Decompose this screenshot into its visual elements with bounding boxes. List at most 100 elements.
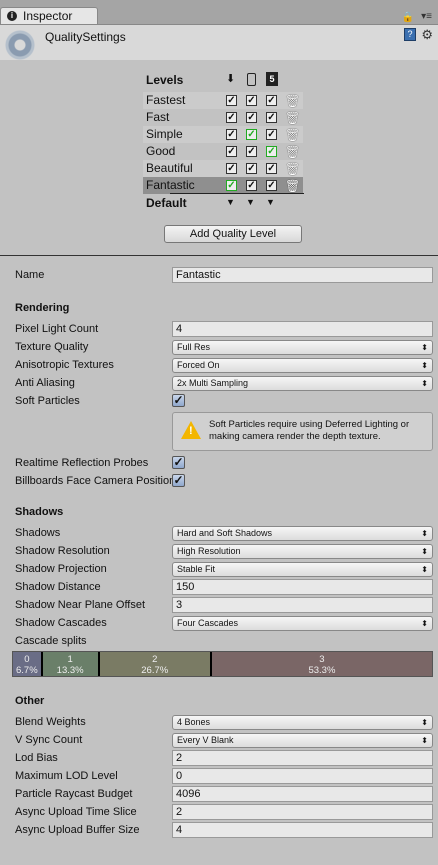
trash-icon[interactable]: 🗑: [285, 144, 300, 161]
level-name: Fast: [146, 110, 170, 124]
trash-icon[interactable]: 🗑: [285, 110, 300, 127]
menu-icon[interactable]: ▾≡: [421, 11, 432, 22]
gear-menu-icon[interactable]: ⚙: [421, 27, 433, 43]
cascade-index: 0: [24, 654, 30, 665]
platform-checkbox[interactable]: ✓: [266, 163, 277, 174]
shadow-resolution-label: Shadow Resolution: [15, 545, 110, 557]
realtime-reflection-probes-checkbox[interactable]: ✓: [172, 456, 185, 469]
name-input[interactable]: Fantastic: [172, 267, 433, 283]
shadow-distance-label: Shadow Distance: [15, 581, 101, 593]
lock-icon[interactable]: 🔒: [402, 12, 414, 23]
pixel-light-count-input[interactable]: 4: [172, 321, 433, 337]
maximum-lod-level-label: Maximum LOD Level: [15, 770, 118, 782]
async-upload-time-slice-input[interactable]: 2: [172, 804, 433, 820]
html5-icon: 5: [266, 72, 278, 86]
platform-checkbox[interactable]: ✓: [266, 112, 277, 123]
cascade-percent: 26.7%: [141, 665, 169, 676]
platform-checkbox[interactable]: ✓: [226, 112, 237, 123]
platform-checkbox[interactable]: ✓: [226, 180, 237, 191]
chevron-updown-icon: ⬍: [421, 529, 428, 538]
pixel-light-count-label: Pixel Light Count: [15, 323, 99, 335]
name-label: Name: [15, 269, 45, 281]
shadow-near-plane-offset-input[interactable]: 3: [172, 597, 433, 613]
soft-particles-label: Soft Particles: [15, 395, 80, 407]
info-icon: i: [7, 11, 17, 21]
particle-raycast-budget-input[interactable]: 4096: [172, 786, 433, 802]
chevron-updown-icon: ⬍: [421, 565, 428, 574]
v-sync-count-dropdown[interactable]: Every V Blank ⬍: [172, 733, 433, 748]
texture-quality-value: Full Res: [177, 342, 211, 352]
shadow-cascades-label: Shadow Cascades: [15, 617, 107, 629]
chevron-updown-icon: ⬍: [421, 736, 428, 745]
help-book-icon[interactable]: ?: [404, 28, 416, 41]
anti-aliasing-dropdown[interactable]: 2x Multi Sampling ⬍: [172, 376, 433, 391]
trash-icon[interactable]: 🗑: [285, 127, 300, 144]
platform-checkbox[interactable]: ✓: [266, 129, 277, 140]
shadow-resolution-dropdown[interactable]: High Resolution ⬍: [172, 544, 433, 559]
trash-icon[interactable]: 🗑: [285, 161, 300, 178]
anti-aliasing-label: Anti Aliasing: [15, 377, 75, 389]
billboards-face-camera-position-checkbox[interactable]: ✓: [172, 474, 185, 487]
default-label: Default: [146, 196, 187, 210]
platform-checkbox[interactable]: ✓: [246, 129, 257, 140]
platform-checkbox[interactable]: ✓: [266, 95, 277, 106]
trash-icon[interactable]: 🗑: [285, 93, 300, 110]
platform-checkbox[interactable]: ✓: [266, 146, 277, 157]
blend-weights-value: 4 Bones: [177, 717, 211, 727]
platform-checkbox[interactable]: ✓: [226, 146, 237, 157]
section-header-other: Other: [15, 695, 45, 707]
quality-level-row[interactable]: Fantastic ✓ ✓ ✓ 🗑: [143, 177, 303, 194]
level-name: Fantastic: [146, 178, 195, 192]
anisotropic-textures-value: Forced On: [177, 360, 220, 370]
cascade-split-0[interactable]: 0 6.7%: [13, 652, 43, 676]
lod-bias-label: Lod Bias: [15, 752, 58, 764]
shadows-dropdown[interactable]: Hard and Soft Shadows ⬍: [172, 526, 433, 541]
platform-checkbox[interactable]: ✓: [226, 95, 237, 106]
billboards-face-camera-position-label: Billboards Face Camera Position: [15, 475, 172, 487]
anisotropic-textures-dropdown[interactable]: Forced On ⬍: [172, 358, 433, 373]
platform-checkbox[interactable]: ✓: [266, 180, 277, 191]
texture-quality-label: Texture Quality: [15, 341, 89, 353]
blend-weights-dropdown[interactable]: 4 Bones ⬍: [172, 715, 433, 730]
async-upload-buffer-size-input[interactable]: 4: [172, 822, 433, 838]
default-standalone-dropdown[interactable]: ▼: [226, 197, 235, 207]
quality-level-row[interactable]: Beautiful ✓ ✓ ✓ 🗑: [143, 160, 303, 177]
cascade-splits-bar[interactable]: 0 6.7% 1 13.3% 2 26.7% 3 53.3%: [12, 651, 433, 677]
platform-checkbox[interactable]: ✓: [246, 95, 257, 106]
shadow-distance-input[interactable]: 150: [172, 579, 433, 595]
soft-particles-checkbox[interactable]: ✓: [172, 394, 185, 407]
cascade-split-2[interactable]: 2 26.7%: [99, 652, 212, 676]
tab-label: Inspector: [23, 9, 73, 23]
platform-checkbox[interactable]: ✓: [246, 163, 257, 174]
quality-level-row[interactable]: Fast ✓ ✓ ✓ 🗑: [143, 109, 303, 126]
add-quality-level-button[interactable]: Add Quality Level: [164, 225, 302, 243]
default-mobile-dropdown[interactable]: ▼: [246, 197, 255, 207]
quality-level-row[interactable]: Simple ✓ ✓ ✓ 🗑: [143, 126, 303, 143]
anti-aliasing-value: 2x Multi Sampling: [177, 378, 249, 388]
tab-inspector[interactable]: i Inspector: [0, 7, 98, 24]
texture-quality-dropdown[interactable]: Full Res ⬍: [172, 340, 433, 355]
blend-weights-label: Blend Weights: [15, 716, 86, 728]
shadow-projection-dropdown[interactable]: Stable Fit ⬍: [172, 562, 433, 577]
platform-checkbox[interactable]: ✓: [246, 146, 257, 157]
quality-level-row[interactable]: Fastest ✓ ✓ ✓ 🗑: [143, 92, 303, 109]
shadow-cascades-value: Four Cascades: [177, 618, 239, 628]
platform-checkbox[interactable]: ✓: [246, 112, 257, 123]
async-upload-time-slice-label: Async Upload Time Slice: [15, 806, 137, 818]
level-name: Good: [146, 144, 176, 158]
platform-checkbox[interactable]: ✓: [226, 129, 237, 140]
maximum-lod-level-input[interactable]: 0: [172, 768, 433, 784]
shadow-cascades-dropdown[interactable]: Four Cascades ⬍: [172, 616, 433, 631]
cascade-split-1[interactable]: 1 13.3%: [42, 652, 100, 676]
platform-checkbox[interactable]: ✓: [226, 163, 237, 174]
quality-level-row[interactable]: Good ✓ ✓ ✓ 🗑: [143, 143, 303, 160]
chevron-updown-icon: ⬍: [421, 343, 428, 352]
lod-bias-input[interactable]: 2: [172, 750, 433, 766]
chevron-updown-icon: ⬍: [421, 379, 428, 388]
platform-checkbox[interactable]: ✓: [246, 180, 257, 191]
realtime-reflection-probes-label: Realtime Reflection Probes: [15, 457, 149, 469]
v-sync-count-label: V Sync Count: [15, 734, 83, 746]
default-html5-dropdown[interactable]: ▼: [266, 197, 275, 207]
shadows-value: Hard and Soft Shadows: [177, 528, 273, 538]
cascade-split-3[interactable]: 3 53.3%: [211, 652, 432, 676]
